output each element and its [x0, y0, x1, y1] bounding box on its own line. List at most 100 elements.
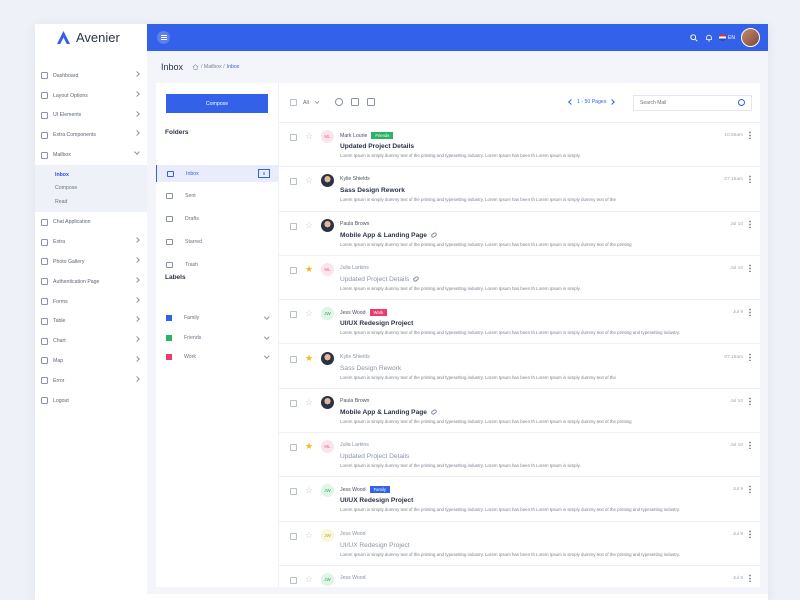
- select-all-checkbox[interactable]: [290, 99, 297, 106]
- select-all[interactable]: All: [290, 99, 319, 106]
- label-work[interactable]: Work: [156, 350, 278, 364]
- language-selector[interactable]: EN: [719, 34, 735, 41]
- sidebar-item-photo-gallery[interactable]: Photo Gallery: [35, 252, 147, 272]
- search-mail-icon[interactable]: [738, 99, 745, 106]
- more-options-icon[interactable]: [749, 529, 751, 538]
- folder-inbox[interactable]: Inbox 6: [156, 165, 278, 182]
- brand-name: Avenier: [76, 30, 120, 45]
- star-icon[interactable]: ★: [305, 442, 313, 451]
- mail-row[interactable]: ☆ JW Jess Wood Work UI/UX Redesign Project Lo…: [279, 300, 761, 345]
- sidebar-item-extra[interactable]: Extra: [35, 232, 147, 252]
- folder-starred[interactable]: Starred: [156, 233, 278, 250]
- more-options-icon[interactable]: [749, 352, 751, 361]
- search-mail-input[interactable]: [633, 95, 752, 111]
- brand[interactable]: Avenier: [35, 24, 147, 51]
- sidebar-item-map[interactable]: Map: [35, 351, 147, 371]
- breadcrumb-mailbox[interactable]: / Mailbox /: [201, 64, 225, 70]
- user-avatar[interactable]: [741, 28, 760, 47]
- star-icon[interactable]: ☆: [305, 132, 313, 141]
- star-icon[interactable]: ☆: [305, 309, 313, 318]
- sender-line: Jess Wood Family: [340, 486, 390, 494]
- mail-select-checkbox[interactable]: [290, 577, 297, 584]
- submenu-item-compose[interactable]: Compose: [35, 181, 147, 195]
- mail-select-checkbox[interactable]: [290, 222, 297, 230]
- mail-row[interactable]: ☆ Paula Brown Mobile App & Landing Page Lor…: [279, 389, 761, 434]
- mail-preview: Lorem Ipsum is simply dummy text of the …: [340, 418, 632, 424]
- label-friends[interactable]: Friends: [156, 331, 278, 345]
- mail-select-checkbox[interactable]: [290, 444, 297, 452]
- star-icon[interactable]: ☆: [305, 397, 313, 407]
- sidebar-item-layout-options[interactable]: Layout Options: [35, 86, 147, 106]
- sidebar-item-mailbox[interactable]: Mailbox: [35, 145, 147, 165]
- star-icon[interactable]: ★: [305, 353, 313, 363]
- folder-trash[interactable]: Trash: [156, 256, 278, 273]
- menu-toggle-icon[interactable]: [157, 31, 170, 44]
- mail-select-checkbox[interactable]: [290, 266, 297, 274]
- mail-row[interactable]: ☆ JW Jess Wood Family UI/UX Redesign Project…: [279, 477, 761, 522]
- mail-subject: Mobile App & Landing Page: [340, 408, 427, 416]
- mail-select-checkbox[interactable]: [290, 355, 297, 363]
- mail-select-checkbox[interactable]: [290, 488, 297, 496]
- mail-select-checkbox[interactable]: [290, 311, 297, 319]
- sidebar-item-extra-components[interactable]: Extra Components: [35, 125, 147, 145]
- sidebar-item-error[interactable]: Error: [35, 371, 147, 391]
- star-icon[interactable]: ☆: [305, 176, 313, 185]
- star-icon[interactable]: ★: [305, 264, 313, 274]
- mail-select-checkbox[interactable]: [290, 532, 297, 540]
- submenu-item-inbox[interactable]: Inbox: [35, 168, 147, 182]
- folder-drafts[interactable]: Drafts: [156, 211, 278, 228]
- mail-row[interactable]: ★ Kylie Shields Sass Design Rework Lorem Ip…: [279, 345, 761, 389]
- more-options-icon[interactable]: [749, 485, 751, 494]
- mail-row[interactable]: ☆ Paula Brown Mobile App & Landing Page Lor…: [279, 212, 761, 256]
- sidebar-item-forms[interactable]: Forms: [35, 292, 147, 312]
- chevron-down-icon[interactable]: [263, 353, 269, 359]
- more-options-icon[interactable]: [749, 396, 751, 405]
- label-family[interactable]: Family: [156, 311, 278, 325]
- next-page-icon[interactable]: [609, 99, 616, 105]
- sidebar-item-ui-elements[interactable]: UI Elements: [35, 106, 147, 126]
- star-icon[interactable]: ☆: [305, 220, 313, 230]
- star-icon[interactable]: ☆: [305, 530, 313, 540]
- sidebar-item-chart[interactable]: Chart: [35, 331, 147, 351]
- mail-row[interactable]: ☆ JW Jess Wood UI/UX Redesign Project Lorem …: [279, 522, 761, 566]
- sidebar-item-chat-application[interactable]: Chat Application: [35, 212, 147, 232]
- more-options-icon[interactable]: [749, 263, 751, 272]
- mail-select-checkbox[interactable]: [290, 178, 297, 186]
- sent-icon: [166, 193, 173, 200]
- mail-row[interactable]: ★ ML Julia Larkins Updated Project Details L…: [279, 256, 761, 301]
- mail-select-checkbox[interactable]: [290, 134, 297, 141]
- bell-icon[interactable]: [704, 33, 713, 42]
- trash-icon[interactable]: [351, 98, 359, 106]
- compose-button[interactable]: Compose: [166, 94, 268, 113]
- star-icon[interactable]: ☆: [305, 575, 313, 584]
- search-icon[interactable]: [689, 33, 698, 42]
- brand-logo-icon: [57, 31, 70, 44]
- submenu-item-read[interactable]: Read: [35, 195, 147, 209]
- mail-row[interactable]: ★ ML Julia Larkins Updated Project Details L…: [279, 433, 761, 478]
- sidebar-item-dashboard[interactable]: Dashboard: [35, 66, 147, 86]
- chevron-down-icon[interactable]: [263, 333, 269, 339]
- sidebar-item-label: Mailbox: [53, 152, 71, 159]
- chevron-down-icon[interactable]: [263, 314, 269, 320]
- more-options-icon[interactable]: [749, 574, 751, 582]
- mail-select-checkbox[interactable]: [290, 399, 297, 407]
- mail-subject: Updated Project Details: [340, 275, 410, 283]
- folder-move-icon[interactable]: [367, 98, 375, 106]
- more-options-icon[interactable]: [749, 175, 751, 184]
- more-options-icon[interactable]: [749, 441, 751, 450]
- more-options-icon[interactable]: [749, 219, 751, 228]
- sidebar-item-authentication-page[interactable]: Authentication Page: [35, 272, 147, 292]
- mail-row[interactable]: ☆ ML Mark Lourie Friends Updated Project Det…: [279, 123, 761, 168]
- mail-row[interactable]: ☆ Kylie Shields Sass Design Rework Lorem Ip…: [279, 167, 761, 212]
- more-options-icon[interactable]: [749, 308, 751, 317]
- home-icon[interactable]: [192, 64, 199, 70]
- star-icon[interactable]: ☆: [305, 486, 313, 495]
- chat-application-icon: [41, 218, 48, 226]
- prev-page-icon[interactable]: [568, 99, 574, 105]
- chevron-down-icon[interactable]: [314, 101, 319, 104]
- more-options-icon[interactable]: [749, 131, 751, 139]
- folder-sent[interactable]: Sent: [156, 188, 278, 205]
- sidebar-item-logout[interactable]: Logout: [35, 391, 147, 411]
- refresh-icon[interactable]: [335, 98, 343, 106]
- sidebar-item-table[interactable]: Table: [35, 311, 147, 331]
